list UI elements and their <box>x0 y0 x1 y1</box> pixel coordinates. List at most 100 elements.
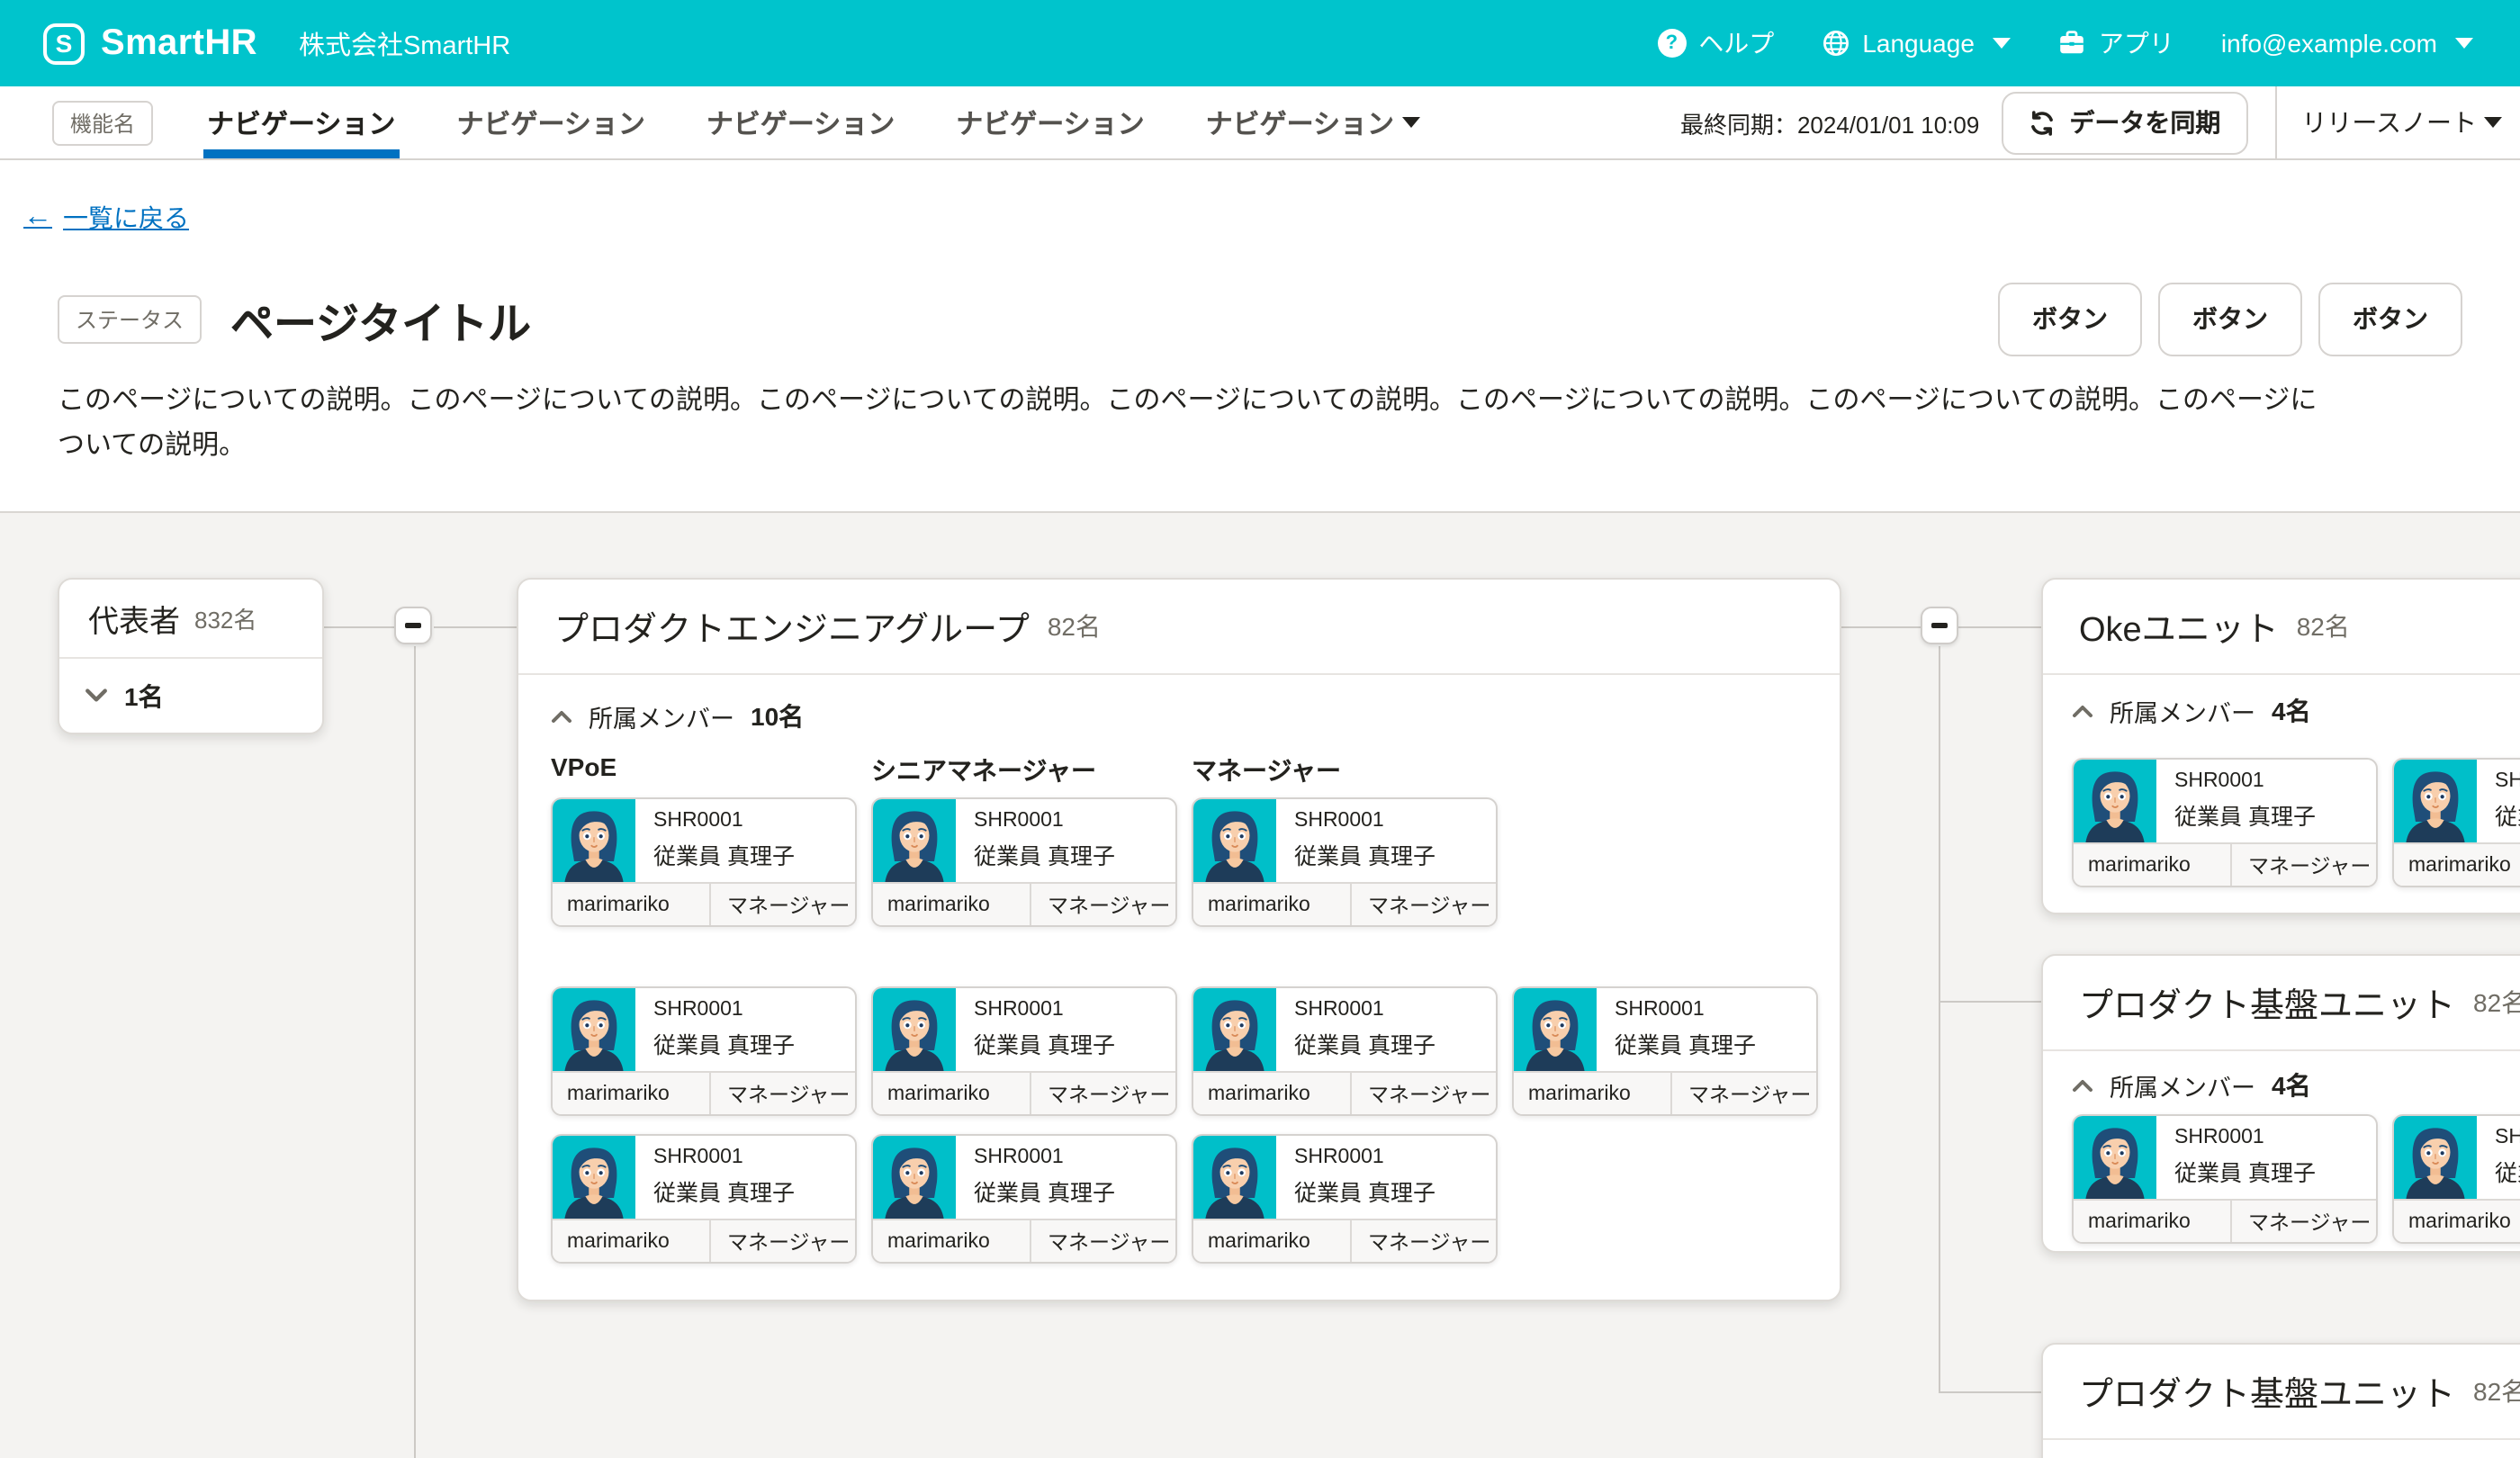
member-username: marimariko <box>2394 844 2520 886</box>
account-menu-item[interactable]: info@example.com <box>2221 29 2473 58</box>
member-meta: SHR0001 従業員 真理子 <box>2156 1116 2316 1199</box>
org-group-card-platform-unit: プロダクト基盤ユニット 82名 所属メンバー 4名 <box>2041 954 2520 1253</box>
org-chart-canvas: 代表者 832名 1名 プロダクトエンジニアグループ 82名 所属メンバー <box>0 511 2520 1458</box>
member-avatar-illustration <box>873 1136 956 1219</box>
member-code: SHR0001 <box>653 1147 795 1168</box>
members-section-count: 4名 <box>2272 1067 2311 1103</box>
group-title: プロダクト基盤ユニット <box>2079 978 2455 1027</box>
member-card[interactable]: SHR0001 従業員 真理子 marimariko マネージャー <box>2072 758 2378 887</box>
connector-line <box>434 626 517 628</box>
application-window: S SmartHR 株式会社SmartHR ? ヘルプ Language <box>0 0 2520 1458</box>
member-card[interactable]: SHR0001 従業員 真理子 marimariko マネージャー <box>1192 1134 1498 1264</box>
member-name: 従業員 真理子 <box>653 1174 795 1208</box>
language-menu-item[interactable]: Language <box>1821 29 2011 58</box>
member-card-top: SHR0001 従業員 真理子 <box>873 988 1175 1071</box>
member-username: marimariko <box>1193 1073 1352 1114</box>
member-card-footer: marimariko マネージャー <box>1193 1071 1496 1114</box>
collapse-button[interactable] <box>1921 607 1958 644</box>
collapse-button[interactable] <box>394 607 432 644</box>
group-count: 82名 <box>2473 1373 2520 1409</box>
org-group-card-platform-unit-2: プロダクト基盤ユニット 82名 <box>2041 1343 2520 1458</box>
chevron-down-icon <box>1993 38 2011 49</box>
group-title-row: プロダクトエンジニアグループ 82名 <box>518 580 1840 675</box>
nav-item-2[interactable]: ナビゲーション <box>453 86 648 158</box>
app-header: S SmartHR 株式会社SmartHR ? ヘルプ Language <box>0 0 2520 86</box>
member-meta: SHR0001 従業員 真理子 <box>956 988 1115 1071</box>
member-card[interactable]: SHR0001 従業員 真理子 marimariko マネージャー <box>551 986 857 1116</box>
nav-item-3[interactable]: ナビゲーション <box>703 86 898 158</box>
member-card[interactable]: SHR0001 従業員 真理子 marimariko マネージャー <box>1192 986 1498 1116</box>
back-link-label: 一覧に戻る <box>63 200 189 236</box>
chevron-down-icon <box>2455 38 2473 49</box>
last-sync-timestamp: 最終同期：2024/01/01 10:09 <box>1680 105 1979 140</box>
org-node-expand-toggle[interactable]: 1名 <box>59 659 322 733</box>
member-role: マネージャー <box>1031 1073 1175 1114</box>
members-section-toggle[interactable]: 所属メンバー 4名 <box>2072 1067 2311 1103</box>
member-avatar-illustration <box>2394 1116 2477 1199</box>
sync-data-button-label: データを同期 <box>2069 104 2220 140</box>
org-node-title: 代表者 <box>88 596 180 641</box>
nav-item-5-dropdown[interactable]: ナビゲーション <box>1202 86 1423 158</box>
member-role: マネージャー <box>2232 844 2376 886</box>
member-card[interactable]: SHR0001 従業員 真理子 marimariko マネージャー <box>871 986 1177 1116</box>
members-section-toggle[interactable]: 所属メンバー 4名 <box>2072 693 2311 729</box>
chevron-down-icon <box>2484 117 2502 128</box>
member-avatar-illustration <box>873 988 956 1071</box>
member-code: SHR0001 <box>974 1147 1115 1168</box>
nav-item-4[interactable]: ナビゲーション <box>952 86 1148 158</box>
action-button-1[interactable]: ボタン <box>1998 282 2142 356</box>
member-meta: SHR0001 従業員 真理子 <box>956 799 1115 882</box>
vertical-divider <box>2274 86 2276 159</box>
member-card-row-3: SHR0001 従業員 真理子 marimariko マネージャー <box>551 1134 1498 1264</box>
member-card[interactable]: SHR0001 従業員 真理子 marimariko マネージャー <box>871 1134 1177 1264</box>
connector-line <box>1939 1391 2043 1393</box>
member-card-footer: marimariko マネージャー <box>2394 842 2520 886</box>
member-name: 従業員 真理子 <box>1294 837 1436 871</box>
back-to-list-link[interactable]: ← 一覧に戻る <box>23 200 189 236</box>
member-name: 従業員 真理子 <box>2174 797 2316 832</box>
member-card[interactable]: SHR0001 従業員 真理子 marimariko マネージャー <box>1512 986 1818 1116</box>
member-name: 従業員 真理子 <box>2495 1154 2520 1188</box>
member-card[interactable]: SHR0001 従業員 真理子 marimariko マネージャー <box>2392 758 2520 887</box>
member-code: SHR0001 <box>2174 1127 2316 1148</box>
apps-menu-item[interactable]: アプリ <box>2057 25 2174 61</box>
refresh-icon <box>2028 109 2055 136</box>
chevron-down-icon <box>85 688 108 704</box>
group-count: 82名 <box>1048 608 1101 644</box>
smarthr-logo[interactable]: S SmartHR 株式会社SmartHR <box>43 22 510 64</box>
members-section-toggle[interactable]: 所属メンバー 10名 <box>551 698 804 734</box>
action-button-3[interactable]: ボタン <box>2318 282 2462 356</box>
member-username: marimariko <box>553 1220 711 1262</box>
member-card[interactable]: SHR0001 従業員 真理子 marimariko マネージャー <box>2392 1114 2520 1244</box>
member-card[interactable]: SHR0001 従業員 真理子 marimariko マネージャー <box>2072 1114 2378 1244</box>
member-username: marimariko <box>873 1220 1031 1262</box>
language-label: Language <box>1862 29 1975 58</box>
org-node-expand-count: 1名 <box>124 678 164 714</box>
minus-icon <box>405 624 421 628</box>
member-name: 従業員 真理子 <box>974 837 1115 871</box>
group-title: プロダクトエンジニアグループ <box>554 602 1030 651</box>
member-card[interactable]: SHR0001 従業員 真理子 marimariko マネージャー <box>871 797 1177 927</box>
member-meta: SHR0001 従業員 真理子 <box>635 1136 795 1219</box>
nav-item-1-active[interactable]: ナビゲーション <box>203 86 399 158</box>
group-title-row: プロダクト基盤ユニット 82名 <box>2043 1345 2520 1440</box>
member-card-footer: marimariko マネージャー <box>2074 1199 2376 1242</box>
member-card[interactable]: SHR0001 従業員 真理子 marimariko マネージャー <box>1192 797 1498 927</box>
member-role: マネージャー <box>1352 1073 1496 1114</box>
help-menu-item[interactable]: ? ヘルプ <box>1657 25 1774 61</box>
help-icon: ? <box>1657 29 1686 58</box>
member-meta: SHR0001 従業員 真理子 <box>2156 760 2316 842</box>
member-avatar-illustration <box>1193 988 1276 1071</box>
action-button-2[interactable]: ボタン <box>2158 282 2302 356</box>
member-name: 従業員 真理子 <box>1294 1026 1436 1060</box>
member-card-row: SHR0001 従業員 真理子 marimariko マネージャー <box>2072 1114 2520 1244</box>
member-avatar-illustration <box>2074 1116 2156 1199</box>
member-code: SHR0001 <box>2495 1127 2520 1148</box>
release-notes-dropdown[interactable]: リリースノート <box>2301 104 2502 140</box>
sync-data-button[interactable]: データを同期 <box>2001 91 2247 154</box>
member-card[interactable]: SHR0001 従業員 真理子 marimariko マネージャー <box>551 1134 857 1264</box>
help-label: ヘルプ <box>1698 25 1774 61</box>
member-code: SHR0001 <box>653 810 795 832</box>
member-card-footer: marimariko マネージャー <box>1193 882 1496 925</box>
member-card[interactable]: SHR0001 従業員 真理子 marimariko マネージャー <box>551 797 857 927</box>
